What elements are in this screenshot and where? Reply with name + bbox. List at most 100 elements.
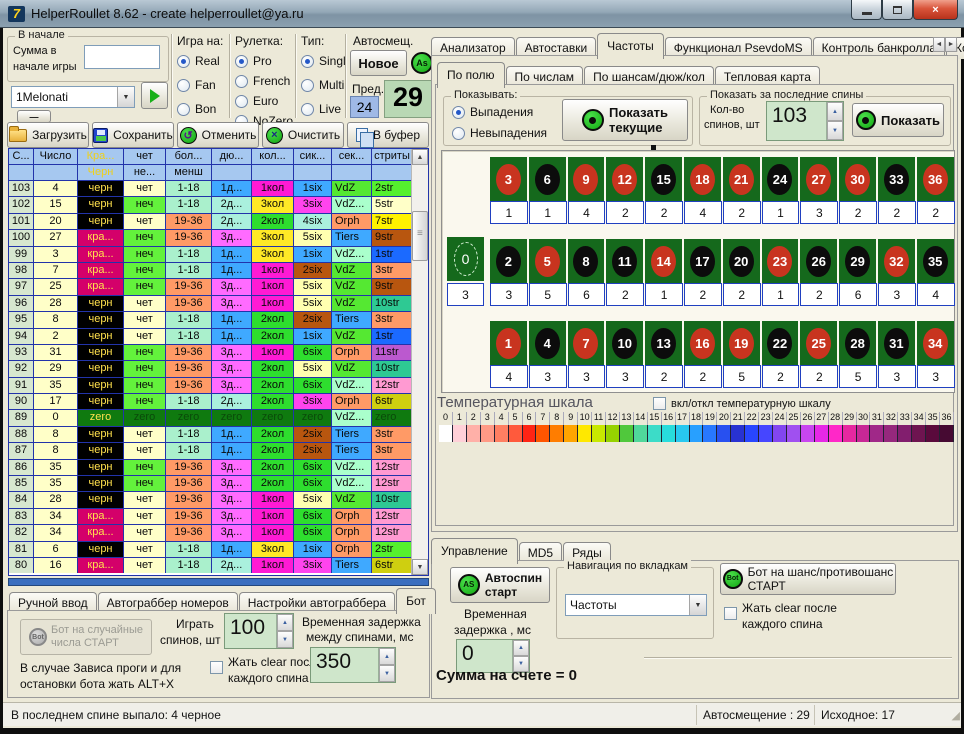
resize-grip[interactable]: ◢ xyxy=(952,709,960,722)
field-number-18[interactable]: 18 xyxy=(684,157,721,201)
spins-window-spinner[interactable]: 103 ▲▼ xyxy=(766,101,844,141)
field-number-1[interactable]: 1 xyxy=(490,321,527,365)
radio-icon[interactable] xyxy=(177,55,190,68)
field-number-8[interactable]: 8 xyxy=(568,239,605,283)
field-number-35[interactable]: 35 xyxy=(917,239,954,283)
field-number-20[interactable]: 20 xyxy=(723,239,760,283)
show-button[interactable]: Показать xyxy=(852,103,944,137)
field-number-15[interactable]: 15 xyxy=(645,157,682,201)
table-row[interactable]: 8535черннеч19-363д...2кол6sixVdZ...12str xyxy=(9,476,428,492)
play-button[interactable] xyxy=(141,82,168,109)
field-number-29[interactable]: 29 xyxy=(839,239,876,283)
radio-icon[interactable] xyxy=(235,95,248,108)
spin-delay-spinner[interactable]: 350 ▲▼ xyxy=(310,647,396,683)
radio-icon[interactable] xyxy=(301,79,314,92)
radio-option-Real[interactable]: Real xyxy=(177,54,223,68)
field-number-25[interactable]: 25 xyxy=(800,321,837,365)
radio-option-Multi[interactable]: Multi xyxy=(301,78,346,92)
field-number-30[interactable]: 30 xyxy=(839,157,876,201)
table-row[interactable]: 987кра...неч1-181д...1кол2sixVdZ3str xyxy=(9,263,428,279)
autospin-start-button[interactable]: AS Автоспинстарт xyxy=(450,567,550,603)
field-number-24[interactable]: 24 xyxy=(762,157,799,201)
table-row[interactable]: 9229черннеч19-363д...2кол5sixVdZ10str xyxy=(9,361,428,377)
field-number-33[interactable]: 33 xyxy=(878,157,915,201)
table-row[interactable]: 888чернчет1-181д...2кол2sixTiers3str xyxy=(9,427,428,443)
tab-По полю[interactable]: По полю xyxy=(437,62,505,88)
close-button-icon[interactable]: × xyxy=(913,0,958,20)
radio-option-Singl[interactable]: Singl xyxy=(301,54,346,68)
table-row[interactable]: 10215черннеч1-182д...3кол3sixVdZ...5str xyxy=(9,197,428,213)
table-row[interactable]: 958чернчет1-181д...2кол2sixTiers3str xyxy=(9,312,428,328)
radio-icon[interactable] xyxy=(177,79,190,92)
tab-scroll-left-icon[interactable]: ◄ xyxy=(933,37,945,52)
field-number-10[interactable]: 10 xyxy=(606,321,643,365)
table-row[interactable]: 9331черннеч19-363д...1кол6sixOrph11str xyxy=(9,345,428,361)
radio-icon[interactable] xyxy=(235,75,248,88)
table-row[interactable]: 878чернчет1-181д...2кол2sixTiers3str xyxy=(9,443,428,459)
spin-down-icon[interactable]: ▼ xyxy=(827,121,843,140)
show-current-button[interactable]: Показатьтекущие xyxy=(562,99,688,141)
spin-up-icon[interactable]: ▲ xyxy=(827,102,843,121)
table-row[interactable]: 993кра...неч1-181д...3кол1sixVdZ...1str xyxy=(9,247,428,263)
br-clear-checkbox[interactable] xyxy=(724,607,737,620)
table-row[interactable]: 8428чернчет19-363д...1кол5sixVdZ10str xyxy=(9,492,428,508)
toolbar-button-copy-to-buffer-icon[interactable]: В буфер xyxy=(347,122,429,148)
random-bot-start-button[interactable]: Bot Бот на случайные числа СТАРТ xyxy=(20,619,152,655)
field-number-17[interactable]: 17 xyxy=(684,239,721,283)
table-row[interactable]: 9628чернчет19-363д...1кол5sixVdZ10str xyxy=(9,296,428,312)
field-number-36[interactable]: 36 xyxy=(917,157,954,201)
as-icon-button[interactable]: As xyxy=(411,52,433,74)
table-row[interactable]: 10120чернчет19-362д...2кол4sixOrph7str xyxy=(9,214,428,230)
chevron-down-icon[interactable]: ▼ xyxy=(689,595,706,615)
scrollbar-thumb[interactable] xyxy=(412,211,428,261)
radio-icon[interactable] xyxy=(452,106,465,119)
tab-Бот[interactable]: Бот xyxy=(396,588,436,614)
toolbar-button-save-floppy-icon[interactable]: Сохранить xyxy=(92,122,174,148)
spin-up-icon[interactable]: ▲ xyxy=(379,648,395,665)
radio-option-Выпадения[interactable]: Выпадения xyxy=(452,105,547,119)
field-number-23[interactable]: 23 xyxy=(762,239,799,283)
table-row[interactable]: 8635черннеч19-363д...2кол6sixVdZ...12str xyxy=(9,460,428,476)
radio-icon[interactable] xyxy=(235,55,248,68)
scroll-up-icon[interactable]: ▲ xyxy=(412,149,428,165)
radio-option-Bon[interactable]: Bon xyxy=(177,102,223,116)
new-button[interactable]: Новое xyxy=(350,50,407,76)
field-number-21[interactable]: 21 xyxy=(723,157,760,201)
field-number-34[interactable]: 34 xyxy=(917,321,954,365)
field-number-27[interactable]: 27 xyxy=(800,157,837,201)
tab-Частоты[interactable]: Частоты xyxy=(597,33,664,59)
table-row[interactable]: 942чернчет1-181д...2кол1sixVdZ1str xyxy=(9,329,428,345)
field-number-4[interactable]: 4 xyxy=(529,321,566,365)
table-row[interactable]: 9725кра...неч19-363д...1кол5sixVdZ9str xyxy=(9,279,428,295)
radio-option-French[interactable]: French xyxy=(235,74,293,88)
field-number-6[interactable]: 6 xyxy=(529,157,566,201)
table-row[interactable]: 8234кра...чет19-363д...1кол6sixOrph12str xyxy=(9,525,428,541)
field-number-32[interactable]: 32 xyxy=(878,239,915,283)
radio-option-Pro[interactable]: Pro xyxy=(235,54,293,68)
radio-icon[interactable] xyxy=(301,103,314,116)
radio-option-Live[interactable]: Live xyxy=(301,102,346,116)
horizontal-scrollbar[interactable] xyxy=(8,578,429,586)
radio-option-Euro[interactable]: Euro xyxy=(235,94,293,108)
radio-option-Невыпадения[interactable]: Невыпадения xyxy=(452,126,547,140)
vertical-scrollbar[interactable]: ▲ ▼ xyxy=(411,149,428,575)
table-row[interactable]: 816чернчет1-181д...3кол1sixOrph2str xyxy=(9,542,428,558)
radio-icon[interactable] xyxy=(301,55,314,68)
spin-up-icon[interactable]: ▲ xyxy=(277,614,293,631)
field-number-7[interactable]: 7 xyxy=(568,321,605,365)
spin-down-icon[interactable]: ▼ xyxy=(277,631,293,648)
toolbar-button-clear-icon[interactable]: ×Очистить xyxy=(262,122,344,148)
field-number-19[interactable]: 19 xyxy=(723,321,760,365)
field-number-11[interactable]: 11 xyxy=(606,239,643,283)
tab-Управление[interactable]: Управление xyxy=(431,538,518,564)
table-row[interactable]: 9017черннеч1-182д...2кол3sixOrph6str xyxy=(9,394,428,410)
field-number-9[interactable]: 9 xyxy=(568,157,605,201)
spin-down-icon[interactable]: ▼ xyxy=(379,665,395,682)
table-row[interactable]: 10027кра...неч19-363д...3кол5sixTiers9st… xyxy=(9,230,428,246)
table-row[interactable]: 8016кра...чет1-182д...1кол3sixTiers6str xyxy=(9,558,428,573)
start-sum-input[interactable] xyxy=(84,45,160,69)
table-row[interactable]: 9135черннеч19-363д...2кол6sixVdZ...12str xyxy=(9,378,428,394)
preset-combobox[interactable]: 1Melonati ▼ xyxy=(11,86,135,108)
field-number-16[interactable]: 16 xyxy=(684,321,721,365)
title-bar[interactable]: 7 HelperRoullet 8.62 - create helperroul… xyxy=(0,0,964,28)
